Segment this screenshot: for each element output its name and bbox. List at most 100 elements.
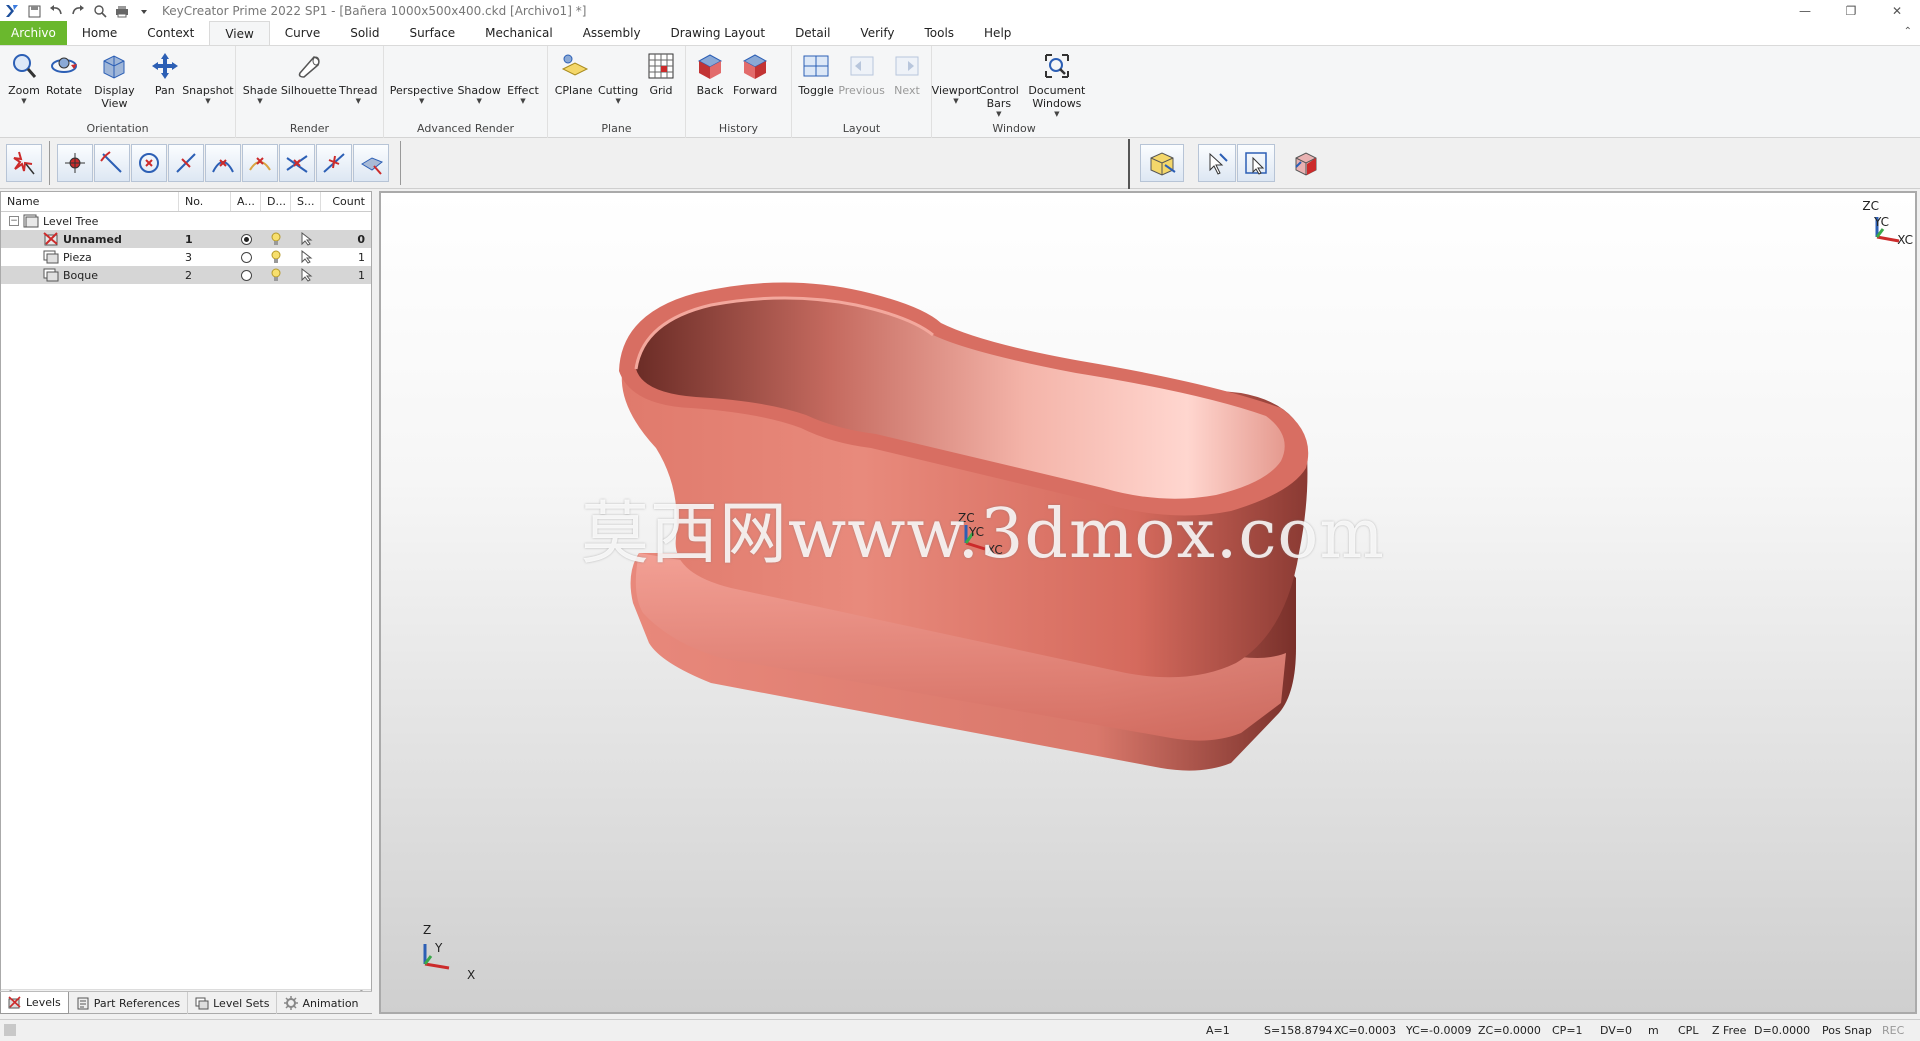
tab-view[interactable]: View [209, 21, 270, 45]
tab-help[interactable]: Help [969, 21, 1026, 45]
column-display[interactable]: D... [261, 192, 291, 211]
tab-curve[interactable]: Curve [270, 21, 335, 45]
tab-home[interactable]: Home [67, 21, 132, 45]
column-no[interactable]: No. [179, 192, 231, 211]
tab-drawing-layout[interactable]: Drawing Layout [656, 21, 781, 45]
snap-surface-icon[interactable] [353, 144, 389, 182]
tab-level-sets[interactable]: Level Sets [188, 992, 278, 1014]
display-view-icon [103, 55, 125, 79]
redo-icon[interactable] [70, 3, 86, 19]
tab-animation[interactable]: Animation [277, 992, 365, 1014]
group-layout: Toggle Previous Next Layout [792, 46, 932, 138]
animation-gear-icon [284, 996, 299, 1010]
tab-context[interactable]: Context [132, 21, 209, 45]
level-tree-label: Level Tree [43, 214, 99, 228]
print-icon[interactable] [114, 3, 130, 19]
tab-assembly[interactable]: Assembly [568, 21, 656, 45]
level-row[interactable]: Pieza 3 1 [1, 248, 371, 266]
cutting-icon [603, 51, 633, 81]
display-bulb-icon[interactable] [261, 268, 291, 282]
qat-dropdown-icon[interactable] [136, 3, 152, 19]
status-possnap[interactable]: Pos Snap [1822, 1024, 1872, 1037]
status-yc: YC=-0.0009 [1406, 1024, 1472, 1037]
tab-surface[interactable]: Surface [394, 21, 470, 45]
level-row[interactable]: Unnamed 1 0 [1, 230, 371, 248]
snap-nearest-icon[interactable] [316, 144, 352, 182]
snap-any-icon[interactable] [6, 144, 42, 182]
select-arrow-icon[interactable] [291, 250, 321, 264]
forward-icon [743, 54, 768, 79]
tab-archivo[interactable]: Archivo [0, 21, 67, 45]
status-d[interactable]: D=0.0000 [1754, 1024, 1810, 1037]
group-render: Shade ▼ Silhouette Thread ▼ Render [236, 46, 384, 138]
collapse-ribbon-icon[interactable]: ⌃ [1904, 26, 1912, 37]
select-window-icon[interactable] [1237, 144, 1275, 182]
status-cp[interactable]: CP=1 [1552, 1024, 1583, 1037]
quick-access-toolbar [0, 3, 152, 19]
app-logo-icon[interactable] [4, 3, 20, 19]
collapse-toggle-icon[interactable]: − [9, 216, 19, 226]
tab-detail[interactable]: Detail [780, 21, 845, 45]
silhouette-icon [298, 56, 320, 78]
display-bulb-icon[interactable] [261, 232, 291, 246]
tab-solid[interactable]: Solid [335, 21, 394, 45]
select-arrow-icon[interactable] [291, 268, 321, 282]
status-dv[interactable]: DV=0 [1600, 1024, 1632, 1037]
snap-arc-icon[interactable] [205, 144, 241, 182]
snap-endpoint-icon[interactable] [94, 144, 130, 182]
snap-point-icon[interactable] [57, 144, 93, 182]
snap-tangent-icon[interactable] [242, 144, 278, 182]
column-name[interactable]: Name [1, 192, 179, 211]
snap-midpoint-icon[interactable] [168, 144, 204, 182]
select-pointer-icon[interactable] [1198, 144, 1236, 182]
column-select[interactable]: S... [291, 192, 321, 211]
save-icon[interactable] [26, 3, 42, 19]
minimize-button[interactable]: — [1782, 0, 1828, 22]
close-button[interactable]: ✕ [1874, 0, 1920, 22]
graphics-viewport[interactable]: ZC YC XC 莫西网www.3dmox.com ZC YC XC Z Y X [379, 191, 1917, 1014]
snap-center-icon[interactable] [131, 144, 167, 182]
view-cube-icon[interactable] [1140, 144, 1184, 182]
level-sets-icon [195, 997, 209, 1009]
display-bulb-icon[interactable] [261, 250, 291, 264]
watermark-text: 莫西网www.3dmox.com [581, 495, 1385, 574]
level-active-radio[interactable] [231, 251, 261, 263]
undo-icon[interactable] [48, 3, 64, 19]
status-grip-icon [4, 1024, 16, 1036]
window-title: KeyCreator Prime 2022 SP1 - [Bañera 1000… [162, 4, 587, 18]
level-active-radio[interactable] [231, 269, 261, 281]
group-label-advanced-render: Advanced Render [417, 122, 514, 135]
status-cpl[interactable]: CPL [1678, 1024, 1698, 1037]
group-label-layout: Layout [842, 122, 881, 135]
solid-cube-icon[interactable] [1287, 144, 1325, 182]
snap-intersection-icon[interactable] [279, 144, 315, 182]
select-arrow-icon[interactable] [291, 232, 321, 246]
snap-toolbar [6, 141, 401, 185]
tab-levels[interactable]: Levels [0, 992, 69, 1014]
pan-icon [151, 53, 178, 79]
status-rec[interactable]: REC [1882, 1024, 1904, 1037]
level-tree-root[interactable]: − Level Tree [1, 212, 371, 230]
restore-button[interactable]: ❐ [1828, 0, 1874, 22]
cplane-icon [561, 54, 588, 76]
tab-part-references[interactable]: Part References [69, 992, 189, 1014]
corner-axis-zc-label: ZC [1862, 199, 1879, 213]
level-number: 2 [185, 268, 192, 282]
toolbar-divider [1128, 139, 1130, 189]
ribbon-tabs: Archivo Home Context View Curve Solid Su… [0, 21, 1920, 46]
column-count[interactable]: Count [321, 192, 371, 211]
column-active[interactable]: A... [231, 192, 261, 211]
level-active-radio[interactable] [231, 233, 261, 245]
level-row[interactable]: Boque 2 1 [1, 266, 371, 284]
tab-verify[interactable]: Verify [845, 21, 909, 45]
level-active-icon [43, 232, 58, 246]
tab-mechanical[interactable]: Mechanical [470, 21, 568, 45]
tab-tools[interactable]: Tools [909, 21, 969, 45]
status-unit[interactable]: m [1648, 1024, 1659, 1037]
view-toolbar [1140, 142, 1325, 184]
zoom-window-icon[interactable] [92, 3, 108, 19]
level-icon [43, 268, 59, 282]
levels-panel: Name No. A... D... S... Count − Level Tr… [0, 191, 372, 1014]
status-zfree[interactable]: Z Free [1712, 1024, 1746, 1037]
corner-axis-xc-label: XC [1897, 233, 1913, 247]
